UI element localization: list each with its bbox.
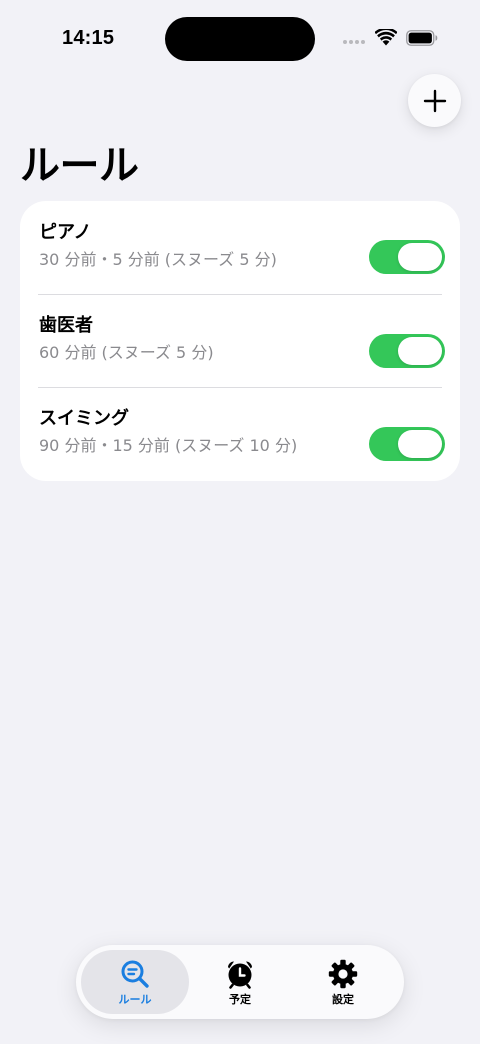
alarm-clock-icon — [228, 961, 252, 989]
rules-list: ピアノ 30 分前・5 分前 (スヌーズ 5 分) 歯医者 60 分前 (スヌー… — [20, 201, 460, 481]
battery-icon — [406, 30, 438, 46]
tab-schedule[interactable]: 予定 — [186, 950, 294, 1014]
rule-row[interactable]: 歯医者 60 分前 (スヌーズ 5 分) — [20, 294, 460, 387]
tab-settings[interactable]: 設定 — [289, 950, 397, 1014]
rule-name: ピアノ — [39, 222, 92, 243]
status-bar: 14:15 — [0, 0, 480, 80]
search-list-icon — [121, 960, 149, 988]
toggle-knob — [398, 337, 442, 365]
tab-bar: ルール 予定 設定 — [76, 945, 404, 1019]
toggle-knob — [398, 243, 442, 271]
add-rule-button[interactable] — [408, 74, 461, 127]
rule-name: スイミング — [39, 408, 129, 429]
rule-toggle[interactable] — [369, 427, 445, 461]
cellular-signal-icon — [343, 40, 365, 44]
tab-label: 予定 — [229, 993, 251, 1006]
gear-icon — [328, 959, 358, 989]
dynamic-island — [165, 17, 315, 61]
rule-row[interactable]: ピアノ 30 分前・5 分前 (スヌーズ 5 分) — [20, 201, 460, 294]
tab-rules[interactable]: ルール — [81, 950, 189, 1014]
rule-name: 歯医者 — [39, 315, 93, 336]
wifi-icon — [375, 29, 397, 46]
tab-label: ルール — [118, 993, 152, 1006]
tab-label: 設定 — [332, 993, 354, 1006]
page-title: ルール — [20, 143, 139, 189]
toggle-knob — [398, 430, 442, 458]
rule-row[interactable]: スイミング 90 分前・15 分前 (スヌーズ 10 分) — [20, 387, 460, 480]
rule-detail: 60 分前 (スヌーズ 5 分) — [39, 343, 214, 362]
rule-toggle[interactable] — [369, 334, 445, 368]
rule-detail: 30 分前・5 分前 (スヌーズ 5 分) — [39, 250, 277, 269]
rule-toggle[interactable] — [369, 240, 445, 274]
status-time: 14:15 — [62, 27, 115, 49]
rule-detail: 90 分前・15 分前 (スヌーズ 10 分) — [39, 436, 298, 455]
plus-icon — [423, 89, 446, 112]
